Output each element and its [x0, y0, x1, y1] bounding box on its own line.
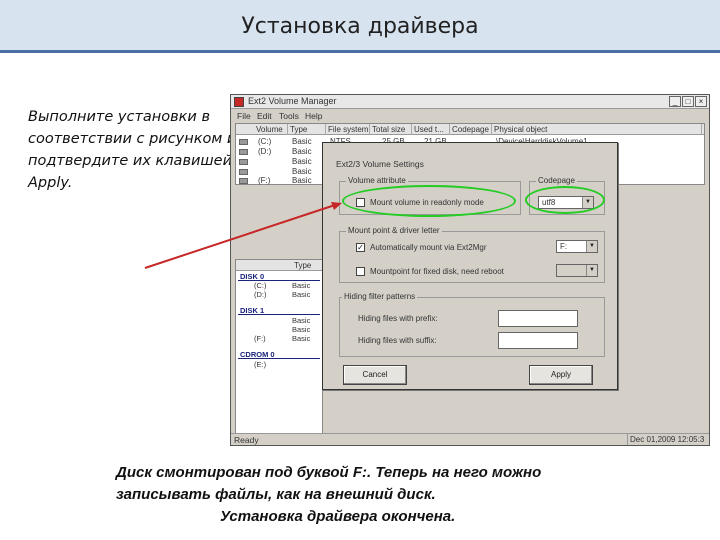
header-divider [0, 50, 720, 53]
volume-icon [239, 159, 248, 165]
menubar: File Edit Tools Help [231, 110, 709, 122]
slide-title: Установка драйвера [241, 14, 479, 39]
volume-table-header: Volume Type File system Total size Used … [236, 124, 704, 135]
chevron-down-icon[interactable]: ▼ [586, 265, 597, 276]
maximize-button[interactable]: □ [682, 96, 694, 107]
slide-caption: Диск смонтирован под буквой F:. Теперь н… [116, 462, 706, 528]
table-cell[interactable]: Basic [292, 147, 312, 156]
table-cell[interactable]: Basic [292, 157, 312, 166]
window-title: Ext2 Volume Manager [248, 96, 337, 106]
table-cell[interactable]: (C:) [258, 137, 271, 146]
codepage-highlight-oval [525, 186, 605, 214]
status-bar: Ready Dec 01,2009 12:05:3 [231, 433, 709, 445]
codepage-label: Codepage [536, 176, 577, 185]
menu-help[interactable]: Help [305, 111, 322, 121]
mountpoint-select[interactable]: ▼ [556, 264, 598, 277]
disk-type: Basic [292, 334, 311, 343]
disk-divider [238, 314, 320, 315]
readonly-highlight-oval [342, 185, 516, 217]
table-cell[interactable]: Basic [292, 137, 312, 146]
hiding-filter-label: Hiding filter patterns [342, 292, 418, 301]
suffix-label: Hiding files with suffix: [358, 336, 437, 345]
col-type[interactable]: Type [288, 124, 326, 135]
col-type[interactable]: Type [292, 260, 322, 271]
mountpoint-checkbox[interactable] [356, 267, 365, 276]
hiding-filter-group: Hiding filter patterns Hiding files with… [339, 292, 605, 357]
dialog-title: Ext2/3 Volume Settings [336, 159, 424, 169]
caption-line-3: Установка драйвера окончена. [220, 508, 456, 525]
disk-type: Basic [292, 325, 311, 334]
disk-type: Basic [292, 316, 311, 325]
mount-point-group: Mount point & driver letter ✓ Automatica… [339, 226, 605, 283]
minimize-button[interactable]: _ [669, 96, 681, 107]
menu-tools[interactable]: Tools [279, 111, 299, 121]
prefix-label: Hiding files with prefix: [358, 314, 438, 323]
drive-letter-select[interactable]: F: ▼ [556, 240, 598, 253]
apply-button[interactable]: Apply [529, 365, 593, 385]
suffix-input[interactable] [498, 332, 578, 349]
volume-icon [239, 169, 248, 175]
caption-line-2: записывать файлы, как на внешний диск. [116, 486, 436, 503]
auto-mount-checkbox[interactable]: ✓ [356, 243, 365, 252]
disk-volume[interactable]: (F:) [254, 334, 266, 343]
disk-volume[interactable]: (D:) [254, 290, 267, 299]
mountpoint-label: Mountpoint for fixed disk, need reboot [370, 267, 504, 276]
menu-edit[interactable]: Edit [257, 111, 272, 121]
col-volume[interactable]: Volume [254, 124, 288, 135]
volume-icon [239, 178, 248, 184]
volume-icon [239, 149, 248, 155]
col-used[interactable]: Used t... [412, 124, 450, 135]
col-codepage[interactable]: Codepage [450, 124, 492, 135]
instruction-text: Выполните установки в соответствии с рис… [28, 109, 237, 191]
disk-divider [238, 358, 320, 359]
col-file-system[interactable]: File system [326, 124, 370, 135]
disk-volume[interactable]: (E:) [254, 360, 266, 369]
col-total-size[interactable]: Total size [370, 124, 412, 135]
volume-attribute-label: Volume attribute [346, 176, 408, 185]
table-cell[interactable]: (D:) [258, 147, 271, 156]
disk-panel-header: Type [236, 260, 322, 271]
prefix-input[interactable] [498, 310, 578, 327]
status-datetime: Dec 01,2009 12:05:3 [627, 434, 709, 445]
menu-file[interactable]: File [237, 111, 251, 121]
caption-line-1: Диск смонтирован под буквой F:. Теперь н… [116, 464, 542, 481]
volume-settings-dialog: Ext2/3 Volume Settings Volume attribute … [322, 142, 618, 390]
close-button[interactable]: × [695, 96, 707, 107]
app-icon [234, 97, 244, 107]
drive-letter-value: F: [560, 242, 568, 251]
table-cell[interactable]: (F:) [258, 176, 270, 185]
window-titlebar: Ext2 Volume Manager _ □ × [231, 95, 709, 109]
cancel-button[interactable]: Cancel [343, 365, 407, 385]
disk-panel: Type DISK 0 (C:) Basic (D:) Basic DISK 1… [235, 259, 323, 439]
disk-volume[interactable]: (C:) [254, 281, 267, 290]
auto-mount-label: Automatically mount via Ext2Mgr [370, 243, 487, 252]
table-cell[interactable]: Basic [292, 167, 312, 176]
volume-icon [239, 139, 248, 145]
disk-type: Basic [292, 281, 311, 290]
disk-type: Basic [292, 290, 311, 299]
col-physical-object[interactable]: Physical object [492, 124, 702, 135]
mount-point-label: Mount point & driver letter [346, 226, 442, 235]
chevron-down-icon[interactable]: ▼ [586, 241, 597, 252]
status-text: Ready [234, 435, 259, 445]
table-cell[interactable]: Basic [292, 176, 312, 185]
